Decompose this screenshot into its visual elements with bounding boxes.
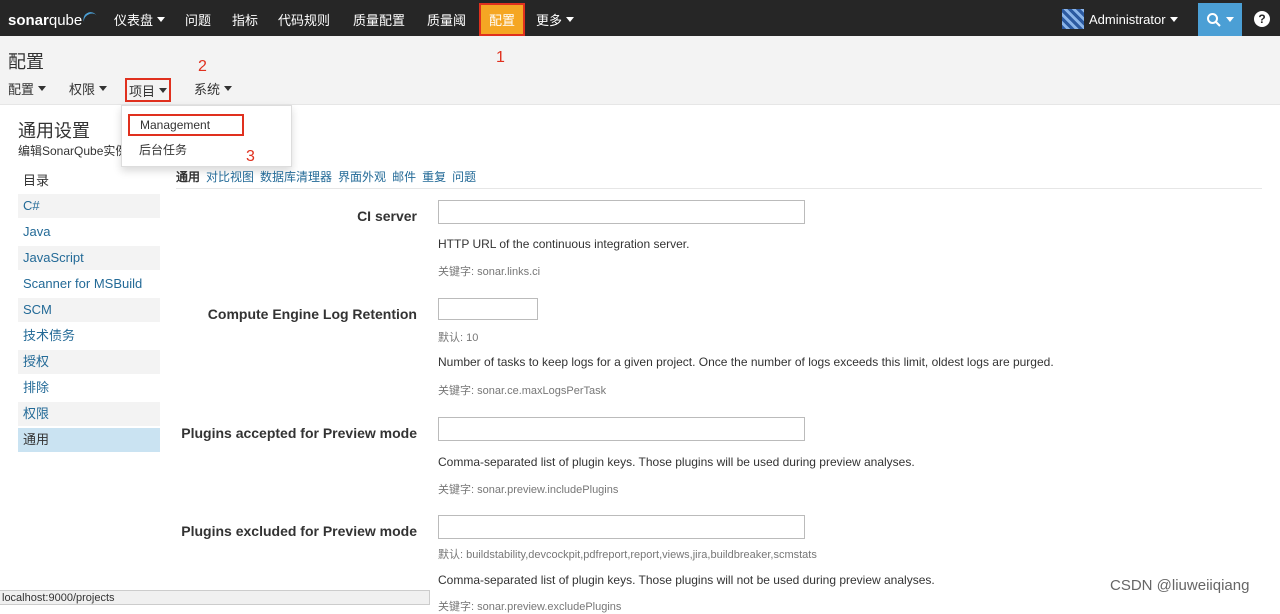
preview-include-plugins-input[interactable] — [438, 417, 805, 441]
subnav-system[interactable]: 系统 — [194, 78, 233, 98]
watermark: CSDN @liuweiiqiang — [1110, 577, 1250, 594]
sidebar-item-general[interactable]: 通用 — [18, 428, 160, 452]
sonarqube-logo[interactable]: sonar qube — [8, 9, 102, 31]
ce-log-retention-input[interactable] — [438, 298, 538, 320]
field-key: 关键字: sonar.ce.maxLogsPerTask — [438, 385, 607, 397]
caret-down-icon — [1226, 17, 1234, 22]
caret-down-icon — [38, 85, 47, 91]
nav-quality-gates[interactable]: 质量阈 — [419, 3, 474, 36]
page-header — [0, 36, 1280, 105]
field-default: 默认: 10 — [438, 332, 479, 344]
sidebar-item-authorization[interactable]: 授权 — [18, 350, 160, 374]
user-name: Administrator — [1089, 11, 1166, 27]
annotation-1: 1 — [496, 49, 505, 66]
nav-label: 质量阈 — [427, 13, 467, 28]
user-menu[interactable]: Administrator — [1062, 5, 1178, 33]
caret-down-icon — [159, 87, 168, 93]
field-label-ce-log-retention: Compute Engine Log Retention — [207, 306, 417, 322]
tab-look-and-feel[interactable]: 界面外观 — [338, 168, 386, 185]
caret-down-icon — [566, 17, 575, 22]
nav-more[interactable]: 更多 — [528, 3, 582, 36]
tab-database-cleaner[interactable]: 数据库清理器 — [260, 168, 332, 185]
sidebar-item-exclusions[interactable]: 排除 — [18, 376, 160, 400]
nav-label: 质量配置 — [353, 13, 406, 28]
field-key: 关键字: sonar.links.ci — [438, 266, 541, 278]
nav-administration[interactable]: 配置 — [479, 3, 525, 36]
field-note: Comma-separated list of plugin keys. Tho… — [438, 573, 935, 587]
field-default: 默认: buildstability,devcockpit,pdfreport,… — [438, 549, 817, 561]
field-note: Number of tasks to keep logs for a given… — [438, 355, 1054, 369]
annotation-2: 2 — [198, 58, 207, 75]
nav-label: 配置 — [488, 13, 515, 28]
subnav-security[interactable]: 权限 — [69, 78, 108, 98]
sidebar-item-scanner-msbuild[interactable]: Scanner for MSBuild — [18, 272, 160, 296]
logo-wave-icon — [81, 9, 102, 31]
subnav-label: 配置 — [8, 81, 35, 97]
nav-label: 指标 — [232, 13, 259, 28]
tab-duplications[interactable]: 重复 — [422, 168, 446, 185]
annotation-3: 3 — [246, 148, 255, 165]
avatar — [1062, 9, 1084, 29]
sidebar-item-scm[interactable]: SCM — [18, 298, 160, 322]
subnav-projects[interactable]: 项目 — [125, 78, 172, 102]
tab-general[interactable]: 通用 — [176, 168, 200, 185]
nav-quality-profiles[interactable]: 质量配置 — [345, 3, 413, 36]
nav-label: 仪表盘 — [114, 13, 154, 28]
field-note: Comma-separated list of plugin keys. Tho… — [438, 455, 915, 469]
sidebar-item-javascript[interactable]: JavaScript — [18, 246, 160, 270]
caret-down-icon — [157, 17, 166, 22]
tab-email[interactable]: 邮件 — [392, 168, 416, 185]
nav-measures[interactable]: 指标 — [224, 3, 266, 36]
ci-server-input[interactable] — [438, 200, 805, 224]
settings-description: 编辑SonarQube实例 — [18, 144, 128, 158]
settings-title: 通用设置 — [18, 121, 90, 141]
sidebar-header: 目录 — [23, 173, 50, 188]
tab-issues[interactable]: 问题 — [452, 168, 476, 185]
caret-down-icon — [1169, 16, 1178, 22]
logo-text-qube: qube — [48, 11, 83, 29]
browser-status-bar: localhost:9000/projects — [0, 590, 430, 605]
top-navbar: sonar qube 仪表盘 问题 指标 代码规则 质量配置 质量阈 配置 更多 … — [0, 0, 1280, 36]
subnav-settings[interactable]: 配置 — [8, 78, 47, 98]
subnav-label: 系统 — [194, 81, 221, 97]
field-label-ci-server: CI server — [357, 208, 417, 224]
help-icon[interactable]: ? — [1254, 11, 1270, 27]
settings-sidebar: 目录 C# Java JavaScript Scanner for MSBuil… — [18, 168, 160, 454]
sidebar-item-permissions[interactable]: 权限 — [18, 402, 160, 426]
caret-down-icon — [224, 85, 233, 91]
nav-rules[interactable]: 代码规则 — [270, 3, 338, 36]
caret-down-icon — [99, 85, 108, 91]
settings-tabs: 通用 对比视图 数据库清理器 界面外观 邮件 重复 问题 — [176, 168, 482, 185]
nav-label: 问题 — [185, 13, 212, 28]
nav-issues[interactable]: 问题 — [177, 3, 219, 36]
field-key: 关键字: sonar.preview.includePlugins — [438, 484, 619, 496]
tabs-divider — [176, 188, 1262, 189]
nav-dashboards[interactable]: 仪表盘 — [106, 3, 173, 36]
sidebar-item-java[interactable]: Java — [18, 220, 160, 244]
menu-item-background-tasks[interactable]: 后台任务 — [139, 141, 187, 158]
menu-item-management[interactable]: Management — [128, 114, 244, 136]
field-label-preview-include: Plugins accepted for Preview mode — [181, 425, 417, 441]
search-button[interactable] — [1198, 3, 1242, 36]
tab-differential-views[interactable]: 对比视图 — [206, 168, 254, 185]
preview-exclude-plugins-input[interactable] — [438, 515, 805, 539]
field-note: HTTP URL of the continuous integration s… — [438, 237, 690, 251]
logo-text-sonar: sonar — [8, 11, 49, 29]
field-label-preview-exclude: Plugins excluded for Preview mode — [181, 523, 417, 539]
nav-label: 代码规则 — [278, 13, 331, 28]
page-title: 配置 — [8, 52, 44, 72]
subnav-label: 项目 — [129, 83, 156, 99]
subnav-label: 权限 — [69, 81, 96, 97]
sidebar-item-csharp[interactable]: C# — [18, 194, 160, 218]
sidebar-item-technical-debt[interactable]: 技术债务 — [18, 324, 160, 348]
search-icon — [1207, 12, 1221, 27]
field-key: 关键字: sonar.preview.excludePlugins — [438, 601, 622, 613]
projects-dropdown-menu: Management 后台任务 — [121, 105, 292, 167]
nav-label: 更多 — [536, 13, 563, 28]
